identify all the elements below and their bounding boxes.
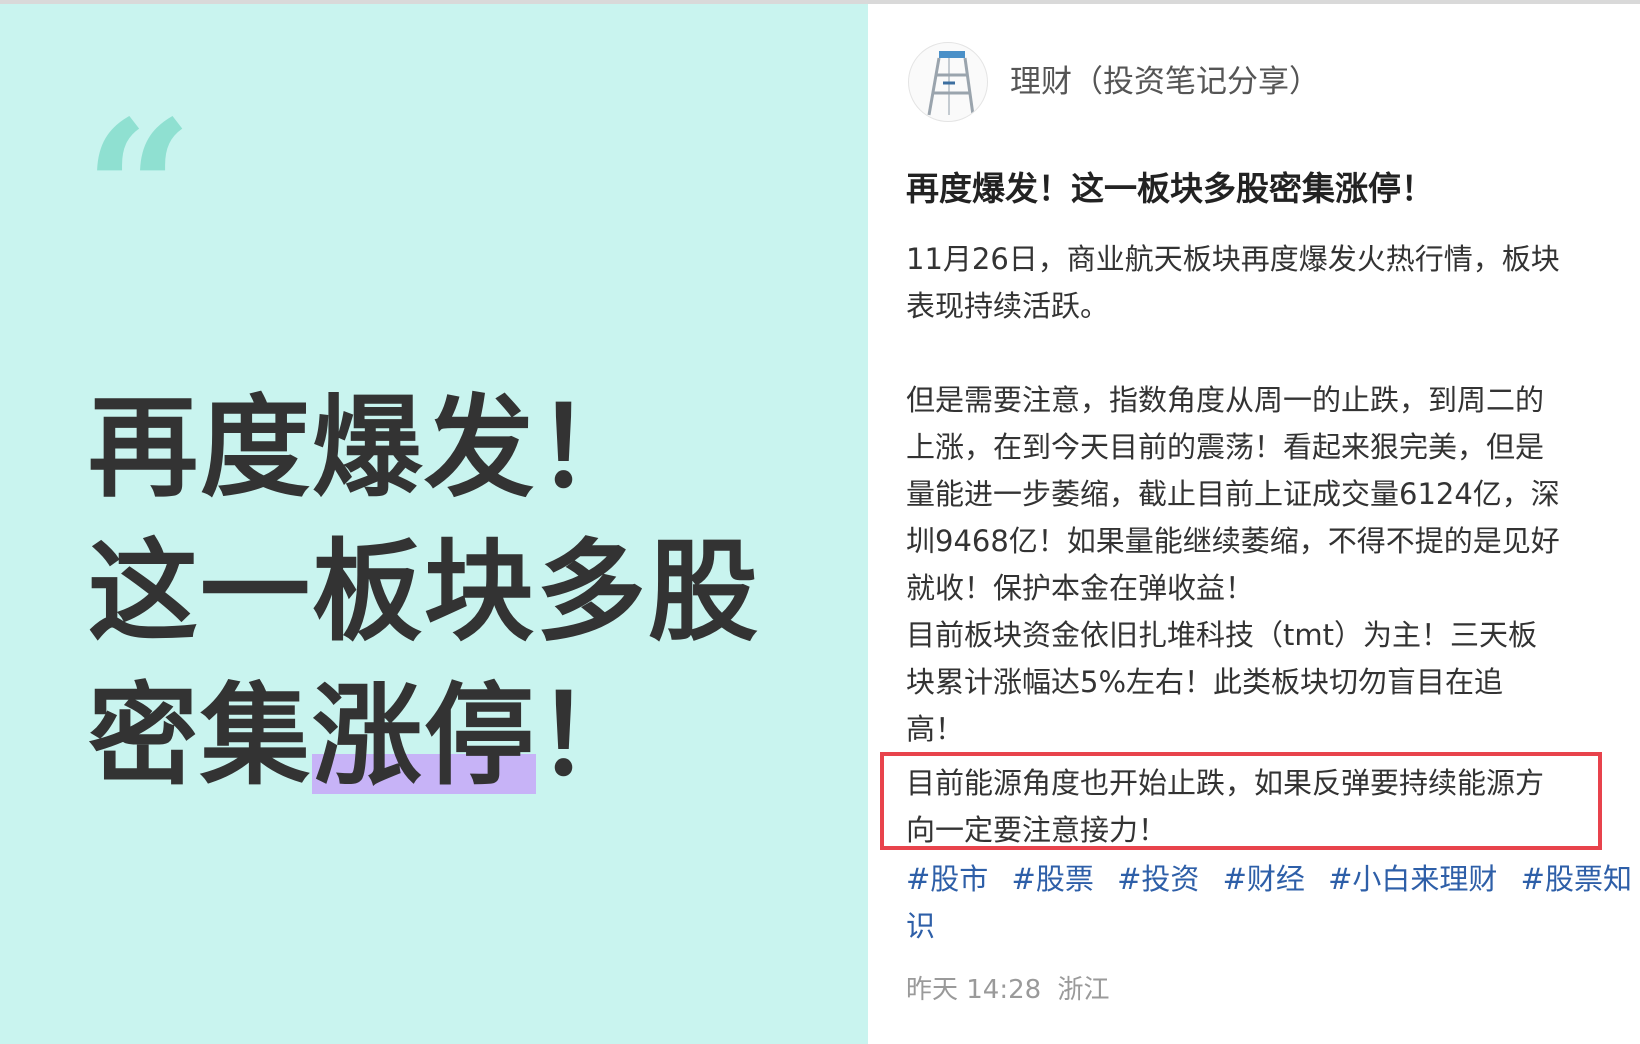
- hashtag-list: #股市 #股票 #投资 #财经 #小白来理财 #股票知 识: [906, 856, 1640, 950]
- post-location: 浙江: [1057, 975, 1110, 1005]
- body-line: 目前能源角度也开始止跌，如果反弹要持续能源方: [906, 766, 1545, 800]
- hashtag-link[interactable]: #小白来理财: [1328, 862, 1497, 896]
- hashtag-row: 识: [906, 903, 1640, 950]
- post-body: 11月26日，商业航天板块再度爆发火热行情，板块 表现持续活跃。 但是需要注意，…: [906, 236, 1612, 753]
- hashtag-link[interactable]: #财经: [1223, 862, 1305, 896]
- hashtag-row: #股市 #股票 #投资 #财经 #小白来理财 #股票知: [906, 856, 1640, 903]
- ladder-icon: [927, 51, 975, 116]
- highlighted-text: 目前能源角度也开始止跌，如果反弹要持续能源方 向一定要注意接力！: [906, 760, 1544, 854]
- body-line: 圳9468亿！如果量能继续萎缩，不得不提的是见好: [906, 524, 1560, 558]
- body-line: 11月26日，商业航天板块再度爆发火热行情，板块: [906, 242, 1560, 276]
- post-panel: 理财（投资笔记分享） 再度爆发！这一板块多股密集涨停！ 11月26日，商业航天板…: [868, 4, 1640, 1044]
- body-line: 块累计涨幅达5%左右！此类板块切勿盲目在追: [906, 665, 1504, 699]
- cover-title-text: ！: [536, 672, 648, 800]
- post-time: 昨天 14:28: [906, 975, 1042, 1005]
- cover-title-line: 这一板块多股: [88, 528, 760, 656]
- hashtag-link[interactable]: #股市: [906, 862, 988, 896]
- cover-title: 再度爆发！ 这一板块多股 密集涨停！: [88, 376, 760, 808]
- hashtag-link[interactable]: 识: [906, 909, 935, 943]
- cover-title-line: 再度爆发！: [88, 384, 648, 512]
- quote-mark-icon: “: [84, 79, 194, 302]
- cover-title-text: 密集: [88, 672, 312, 800]
- hashtag-link[interactable]: #股票: [1012, 862, 1094, 896]
- body-line: 目前板块资金依旧扎堆科技（tmt）为主！三天板: [906, 618, 1537, 652]
- cover-title-line: 密集涨停！: [88, 664, 760, 808]
- cover-title-highlight: 涨停: [312, 664, 536, 808]
- post-title: 再度爆发！这一板块多股密集涨停！: [906, 169, 1434, 208]
- body-line: 向一定要注意接力！: [906, 813, 1168, 847]
- body-line: 表现持续活跃。: [906, 289, 1110, 323]
- post-meta: 昨天 14:28 浙江: [906, 972, 1117, 1008]
- body-line: 就收！保护本金在弹收益！: [906, 571, 1255, 605]
- hashtag-link[interactable]: #股票知: [1521, 862, 1632, 896]
- avatar[interactable]: [908, 42, 988, 122]
- post-window: “ 再度爆发！ 这一板块多股 密集涨停！ 理财（投资笔记分享） 再度爆发！这一板…: [0, 4, 1640, 1044]
- body-line: 量能进一步萎缩，截止目前上证成交量6124亿，深: [906, 477, 1560, 511]
- hashtag-link[interactable]: #投资: [1117, 862, 1199, 896]
- body-line: 高！: [906, 712, 965, 746]
- body-line: 上涨，在到今天目前的震荡！看起来狠完美，但是: [906, 430, 1545, 464]
- body-line: 但是需要注意，指数角度从周一的止跌，到周二的: [906, 383, 1545, 417]
- cover-image[interactable]: “ 再度爆发！ 这一板块多股 密集涨停！: [0, 4, 868, 1044]
- author-name[interactable]: 理财（投资笔记分享）: [1010, 62, 1320, 102]
